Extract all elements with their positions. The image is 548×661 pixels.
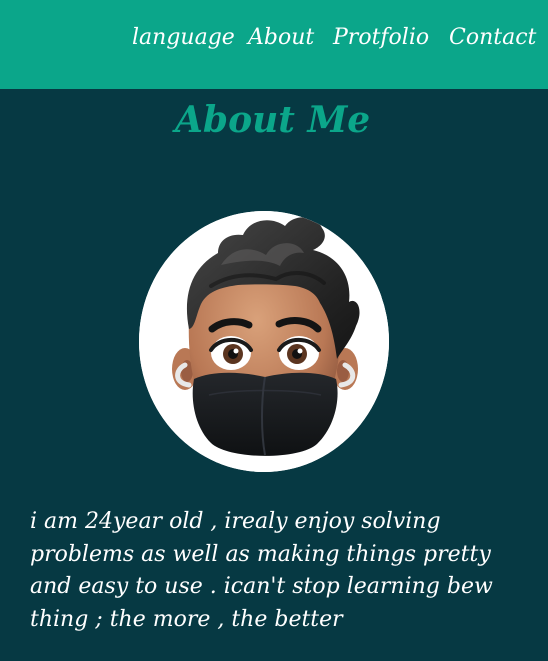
nav-item-language[interactable]: language: [132, 21, 235, 55]
nav-item-portfolio[interactable]: Protfolio: [333, 21, 429, 55]
nav-item-about[interactable]: About: [248, 21, 314, 55]
avatar: [139, 211, 389, 472]
page-title: About Me: [175, 99, 371, 141]
page: language About Protfolio Contact About M…: [0, 0, 548, 661]
nav-item-contact[interactable]: Contact: [449, 21, 536, 55]
top-navigation: language About Protfolio Contact: [0, 0, 548, 89]
memoji-avatar-icon: [139, 211, 389, 472]
about-description: i am 24year old , irealy enjoy solving p…: [30, 509, 493, 632]
